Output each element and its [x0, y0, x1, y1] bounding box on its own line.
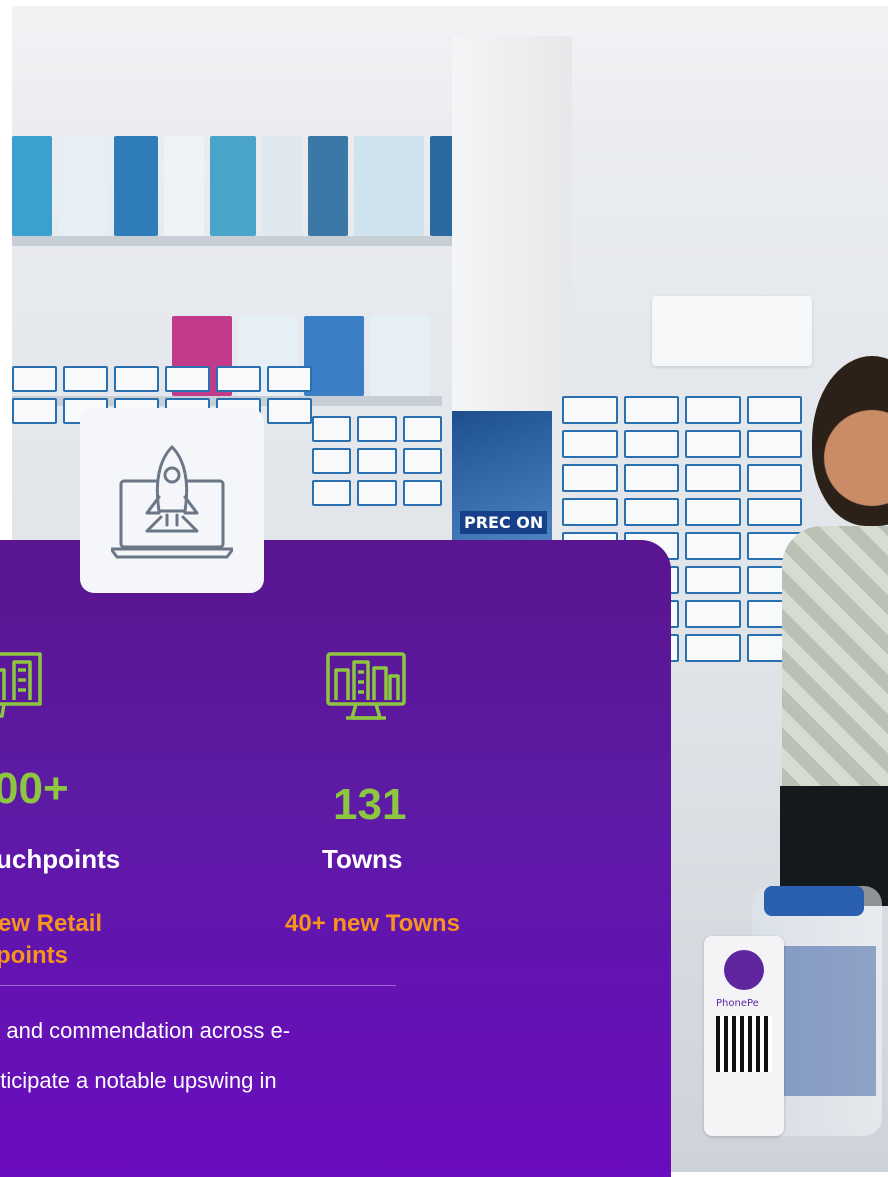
product-boxes-top [12, 136, 470, 236]
stat-label: Towns [322, 844, 403, 874]
stat-sub: ew Retail points [0, 908, 102, 972]
phonepe-label: PhonePe [716, 998, 759, 1009]
feature-badge [80, 408, 264, 593]
description-line: n and commendation across e- [0, 1018, 291, 1043]
stat-sub-line: ew Retail [0, 910, 103, 937]
jar-lid [764, 886, 864, 916]
description-line: nticipate a notable upswing in [0, 1068, 277, 1093]
glass-shelf [12, 236, 512, 246]
person-head [812, 356, 888, 526]
stat-value: 00+ [0, 764, 69, 813]
stat-label: uchpoints [0, 844, 121, 874]
phonepe-stand: PhonePe [704, 936, 784, 1136]
divider [0, 985, 396, 986]
poster: PREC ON [452, 411, 552, 551]
poster-text: PREC ON [460, 511, 548, 534]
drawer-wall-center [312, 416, 442, 506]
stat-sub: 40+ new Towns [285, 910, 460, 937]
person-body [782, 526, 888, 826]
monitor-city-icon [0, 652, 42, 718]
description-paragraph: n and commendation across e- nticipate a… [0, 1006, 548, 1106]
qr-code-icon [716, 1016, 772, 1072]
ceiling [12, 6, 888, 156]
stat-sub-line: points [0, 942, 68, 969]
air-conditioner [652, 296, 812, 366]
monitor-city-icon [326, 652, 406, 720]
phonepe-logo [724, 950, 764, 990]
rocket-laptop-icon [111, 445, 233, 559]
stat-value: 131 [333, 780, 407, 829]
